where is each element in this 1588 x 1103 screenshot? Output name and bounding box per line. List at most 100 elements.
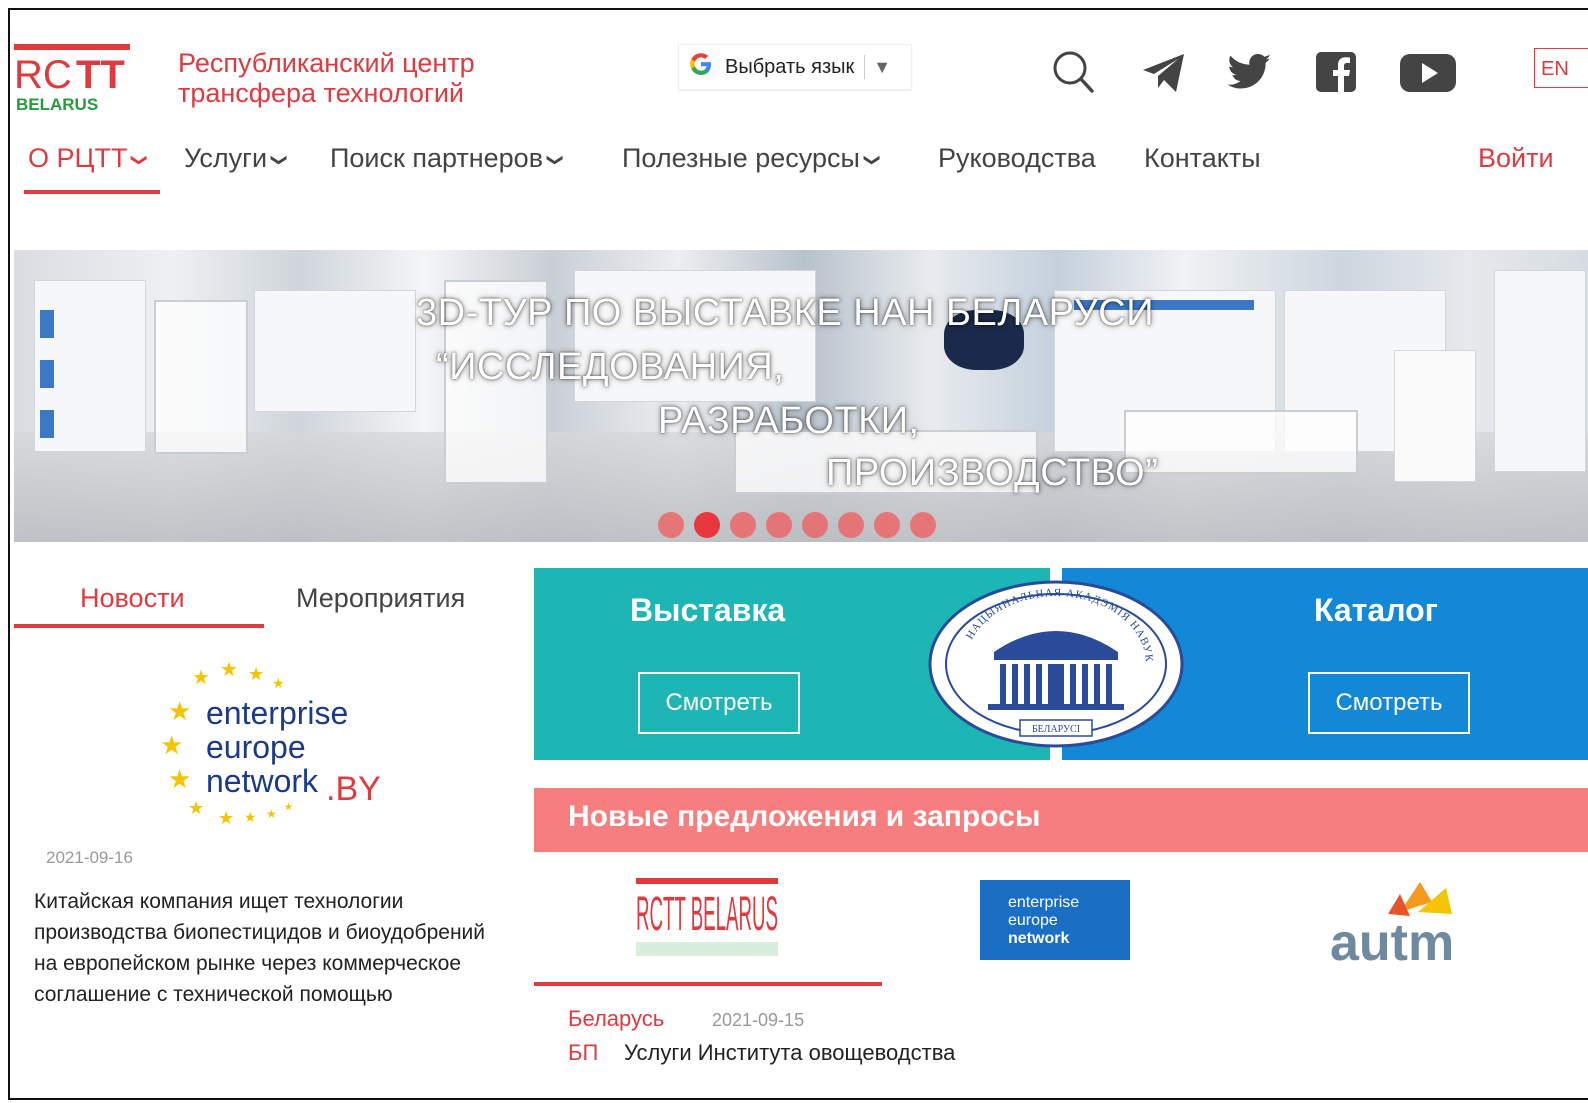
nav-active-underline xyxy=(24,190,160,194)
banner-dot-4[interactable] xyxy=(766,512,792,538)
banner-pagination xyxy=(658,512,936,538)
source-tab-rctt[interactable]: RCTT BELARUS xyxy=(636,878,782,962)
source-tab-autm[interactable]: autm xyxy=(1328,876,1478,966)
source-een-line-2: europe xyxy=(1008,912,1058,929)
logo-belarus-text: BELARUS xyxy=(16,95,98,114)
banner-cabinet xyxy=(1394,350,1476,482)
enterprise-europe-network-logo: ★ ★ ★ ★ ★ ★ ★ ★ ★ ★ ★ ★ enterprise europ… xyxy=(160,659,381,828)
banner-poster xyxy=(40,360,54,388)
logo-tt-text: TT xyxy=(76,53,125,97)
telegram-icon[interactable] xyxy=(1140,46,1188,98)
een-logo-line-3: network xyxy=(206,763,319,799)
exhibition-title: Выставка xyxy=(630,592,786,628)
tab-active-underline xyxy=(14,624,264,628)
banner-title-line-1: 3D-ТУР ПО ВЫСТАВКЕ НАН БЕЛАРУСИ xyxy=(416,292,1155,334)
banner-dot-7[interactable] xyxy=(874,512,900,538)
svg-text:★: ★ xyxy=(218,808,234,828)
language-selector[interactable]: Выбрать язык ▼ xyxy=(678,44,912,90)
svg-text:★: ★ xyxy=(160,730,183,760)
nav-item-guides[interactable]: Руководства xyxy=(938,138,1096,178)
youtube-icon[interactable] xyxy=(1398,46,1458,98)
news-date: 2021-09-16 xyxy=(46,848,133,867)
offers-heading-bar: Новые предложения и запросы xyxy=(534,788,1588,852)
banner-dot-3[interactable] xyxy=(730,512,756,538)
source-tab-underline xyxy=(534,982,882,986)
een-logo-suffix: .BY xyxy=(326,770,381,808)
catalog-view-button[interactable]: Смотреть xyxy=(1308,672,1470,734)
source-een-line-1: enterprise xyxy=(1008,894,1080,911)
svg-text:★: ★ xyxy=(272,675,285,691)
banner-dot-5[interactable] xyxy=(802,512,828,538)
banner-panel xyxy=(1494,270,1586,472)
nav-item-resources[interactable]: Полезные ресурсы ❯ xyxy=(622,138,881,178)
tab-news[interactable]: Новости xyxy=(80,578,185,618)
banner-showcase xyxy=(154,300,248,454)
login-link[interactable]: Войти xyxy=(1478,138,1554,178)
chevron-down-icon: ❯ xyxy=(131,153,149,167)
nav-item-about[interactable]: О РЦТТ ❯ xyxy=(28,138,149,178)
nav-item-label: Услуги xyxy=(184,142,268,173)
nav-item-label: Полезные ресурсы xyxy=(622,142,860,173)
chevron-down-icon: ❯ xyxy=(546,153,564,167)
academy-seal-logo: НАЦЫЯНАЛЬНАЯ АКАДЭМІЯ НАВУК БЕЛАРУСІ xyxy=(928,580,1184,748)
brand-name[interactable]: Республиканский центр трансфера технолог… xyxy=(178,48,475,108)
svg-text:★: ★ xyxy=(168,764,191,794)
chevron-down-icon: ❯ xyxy=(863,153,881,167)
banner-table xyxy=(1124,410,1358,474)
svg-text:★: ★ xyxy=(192,667,210,689)
een-logo-line-2: europe xyxy=(206,729,306,765)
nav-item-label: О РЦТТ xyxy=(28,142,128,173)
offer-title-link[interactable]: Услуги Института овощеводства xyxy=(624,1040,955,1066)
banner-title-line-4: ПРОИЗВОДСТВО” xyxy=(826,452,1159,494)
language-divider xyxy=(864,55,866,79)
offers-heading: Новые предложения и запросы xyxy=(568,800,1041,833)
logo-rc-text: RC xyxy=(14,53,72,97)
hero-banner[interactable]: 3D-ТУР ПО ВЫСТАВКЕ НАН БЕЛАРУСИ “ИССЛЕДО… xyxy=(14,250,1588,542)
source-autm-label: autm xyxy=(1330,914,1454,966)
nav-item-partners[interactable]: Поиск партнеров ❯ xyxy=(330,138,564,178)
language-en-button[interactable]: EN xyxy=(1534,48,1588,88)
offer-date: 2021-09-15 xyxy=(712,1010,805,1030)
banner-dot-2[interactable] xyxy=(694,512,720,538)
nav-item-label: Поиск партнеров xyxy=(330,142,544,173)
banner-dot-6[interactable] xyxy=(838,512,864,538)
tab-events[interactable]: Мероприятия xyxy=(296,578,465,618)
banner-title-line-2: “ИССЛЕДОВАНИЯ, xyxy=(436,346,785,388)
svg-text:★: ★ xyxy=(266,807,277,821)
banner-poster xyxy=(40,410,54,438)
twitter-icon[interactable] xyxy=(1226,46,1274,98)
main-nav: О РЦТТ ❯ Услуги ❯ Поиск партнеров ❯ Полезны… xyxy=(10,138,1588,198)
banner-panel xyxy=(254,290,416,412)
banner-dot-1[interactable] xyxy=(658,512,684,538)
source-rctt-label: RCTT BELARUS xyxy=(636,888,778,941)
search-icon[interactable] xyxy=(1050,46,1098,98)
svg-text:★: ★ xyxy=(244,809,257,825)
banner-title-line-3: РАЗРАБОТКИ, xyxy=(658,400,920,442)
facebook-icon[interactable] xyxy=(1314,46,1358,98)
svg-text:★: ★ xyxy=(284,802,293,813)
svg-text:★: ★ xyxy=(188,798,204,818)
svg-text:★: ★ xyxy=(220,659,238,681)
chevron-down-icon: ❯ xyxy=(270,153,288,167)
nav-item-label: Контакты xyxy=(1144,142,1261,173)
svg-text:★: ★ xyxy=(168,696,191,726)
rctt-logo[interactable]: RC TT BELARUS xyxy=(14,44,134,114)
caret-down-icon: ▼ xyxy=(873,56,892,77)
banner-poster xyxy=(40,310,54,338)
svg-text:★: ★ xyxy=(248,664,264,684)
news-item-link[interactable]: Китайская компания ищет технологии произ… xyxy=(34,886,494,1010)
source-tab-een[interactable]: enterprise europe network xyxy=(980,880,1130,960)
exhibition-view-button[interactable]: Смотреть xyxy=(638,672,800,734)
page-frame: RC TT BELARUS Республиканский центр тран… xyxy=(8,8,1588,1100)
nav-item-contacts[interactable]: Контакты xyxy=(1144,138,1261,178)
language-label: Выбрать язык xyxy=(725,55,855,78)
catalog-title: Каталог xyxy=(1314,592,1438,628)
offer-country: Беларусь xyxy=(568,1006,665,1031)
nav-item-label: Руководства xyxy=(938,142,1096,173)
source-een-line-3: network xyxy=(1008,930,1070,947)
een-logo-line-1: enterprise xyxy=(206,695,348,731)
google-icon xyxy=(687,50,715,85)
banner-dot-8[interactable] xyxy=(910,512,936,538)
nav-item-services[interactable]: Услуги ❯ xyxy=(184,138,288,178)
brand-line-1: Республиканский центр xyxy=(178,48,475,78)
